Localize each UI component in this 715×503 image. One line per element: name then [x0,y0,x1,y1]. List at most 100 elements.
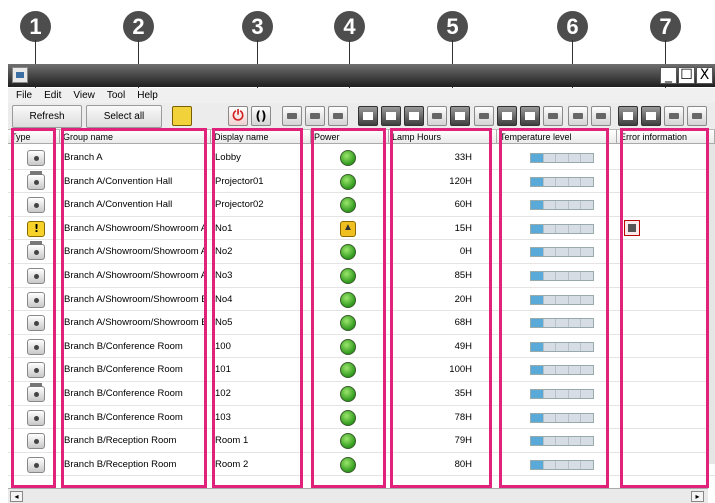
projector-type-icon [27,291,45,308]
source-component-icon[interactable] [328,106,348,126]
projector-warning-icon [27,220,45,237]
group-name-cell: Branch B/Conference Room [64,411,183,423]
temperature-segment [581,295,593,304]
table-row[interactable]: Branch A/Showroom/Showroom B No5 68H [8,311,715,335]
power-status-icon [340,244,356,261]
source-usb-icon[interactable] [474,106,494,126]
temperature-segment [531,460,544,469]
warning-filter-icon[interactable] [172,106,192,126]
source-computer1-icon[interactable] [282,106,302,126]
select-all-button[interactable]: Select all [86,105,162,128]
table-row[interactable]: Branch A/Showroom/Showroom A No1 15H [8,217,715,241]
source-card-icon[interactable] [543,106,563,126]
menu-file[interactable]: File [16,88,32,103]
group-name-cell: Branch A/Showroom/Showroom B [64,293,208,305]
temperature-level-bar [530,223,594,234]
table-row[interactable]: Branch B/Reception Room Room 1 79H [8,429,715,453]
scroll-right-icon[interactable]: ▸ [691,491,704,502]
av-mute-2-icon[interactable] [641,106,661,126]
table-row[interactable]: Branch A/Showroom/Showroom A No3 85H [8,264,715,288]
table-row[interactable]: Branch B/Conference Room 102 35H [8,382,715,406]
table-row[interactable]: Branch B/Reception Room Room 2 80H [8,453,715,477]
temperature-segment [543,319,557,328]
group-name-cell: Branch B/Conference Room [64,388,183,399]
app-icon [12,67,28,83]
temperature-segment [531,154,544,162]
refresh-button[interactable]: Refresh [12,105,82,128]
column-header-type[interactable]: Type [8,130,60,144]
group-name-cell: Branch A/Showroom/Showroom B [64,317,208,329]
menu-tool[interactable]: Tool [107,88,125,103]
temperature-segment [556,295,569,304]
table-row[interactable]: Branch A Lobby 33H [8,146,715,170]
temperature-segment [543,154,557,162]
toolbar: Refresh Select all ⏻ () [8,103,715,130]
group-name-cell: Branch A/Showroom/Showroom A [64,222,208,234]
table-row[interactable]: Branch A/Convention Hall Projector02 60H [8,193,715,217]
column-header-lamp-hours[interactable]: Lamp Hours [389,130,497,144]
temperature-level-bar [530,412,594,423]
maximize-button[interactable]: ☐ [678,67,695,84]
temperature-segment [581,437,593,446]
source-easymp2-icon[interactable] [520,106,540,126]
minimize-button[interactable]: _ [660,67,677,84]
source-mp-icon[interactable] [568,106,588,126]
menu-view[interactable]: View [73,88,95,103]
menu-help[interactable]: Help [137,88,158,103]
close-button[interactable]: X [696,67,713,84]
column-header-power[interactable]: Power [311,130,389,144]
source-easymp1-icon[interactable] [497,106,517,126]
temperature-segment [581,413,593,422]
error-info-icon[interactable] [624,219,640,236]
column-header-display-name[interactable]: Display name [211,130,311,144]
temperature-segment [531,224,544,233]
lamp-hours-cell: 80H [454,458,472,470]
display-name-cell: Room 1 [215,435,249,447]
scroll-left-icon[interactable]: ◂ [10,491,23,502]
lamp-hours-cell: 0H [459,246,472,258]
title-bar: _ ☐ X [8,64,715,87]
table-row[interactable]: Branch B/Conference Room 100 49H [8,335,715,359]
source-network-icon[interactable] [450,106,470,126]
table-row[interactable]: Branch A/Showroom/Showroom A No2 0H [8,240,715,264]
power-status-icon [340,433,356,450]
source-hdmi-icon[interactable] [404,106,424,126]
temperature-segment [543,437,557,446]
freeze-icon[interactable] [687,106,707,126]
temperature-level-bar [530,200,594,211]
source-svideo-icon[interactable] [358,106,378,126]
source-lan-icon[interactable] [591,106,611,126]
vertical-scrollbar[interactable] [706,144,715,464]
temperature-segment [568,460,582,469]
table-row[interactable]: Branch A/Showroom/Showroom B No4 20H [8,288,715,312]
temperature-segment [531,413,544,422]
power-warning-icon [340,220,356,237]
horizontal-scrollbar[interactable]: ◂ ▸ [8,488,708,503]
temperature-segment [531,177,544,186]
av-mute-1-icon[interactable] [618,106,638,126]
callout-3: 3 [242,11,273,42]
temperature-segment [543,366,557,375]
display-name-cell: Projector02 [215,199,264,211]
mute-off-icon[interactable] [664,106,684,126]
source-dvi-icon[interactable] [427,106,447,126]
column-header-group-name[interactable]: Group name [60,130,211,144]
power-off-icon[interactable]: () [251,106,271,126]
power-on-icon[interactable]: ⏻ [228,106,248,126]
menu-edit[interactable]: Edit [44,88,61,103]
column-header-temperature-level[interactable]: Temperature level [497,130,617,144]
table-row[interactable]: Branch B/Conference Room 103 78H [8,406,715,430]
temperature-segment [531,272,544,280]
column-header-error-information[interactable]: Error information [617,130,715,144]
lamp-hours-cell: 33H [454,152,472,163]
table-row[interactable]: Branch A/Convention Hall Projector01 120H [8,170,715,194]
power-status-icon [340,291,356,308]
source-video-icon[interactable] [381,106,401,126]
table-row[interactable]: Branch B/Conference Room 101 100H [8,358,715,382]
temperature-level-bar [530,247,594,258]
lamp-hours-cell: 78H [454,411,472,423]
temperature-segment [581,390,593,398]
source-computer2-icon[interactable] [305,106,325,126]
temperature-segment [556,248,569,257]
temperature-segment [581,460,593,469]
